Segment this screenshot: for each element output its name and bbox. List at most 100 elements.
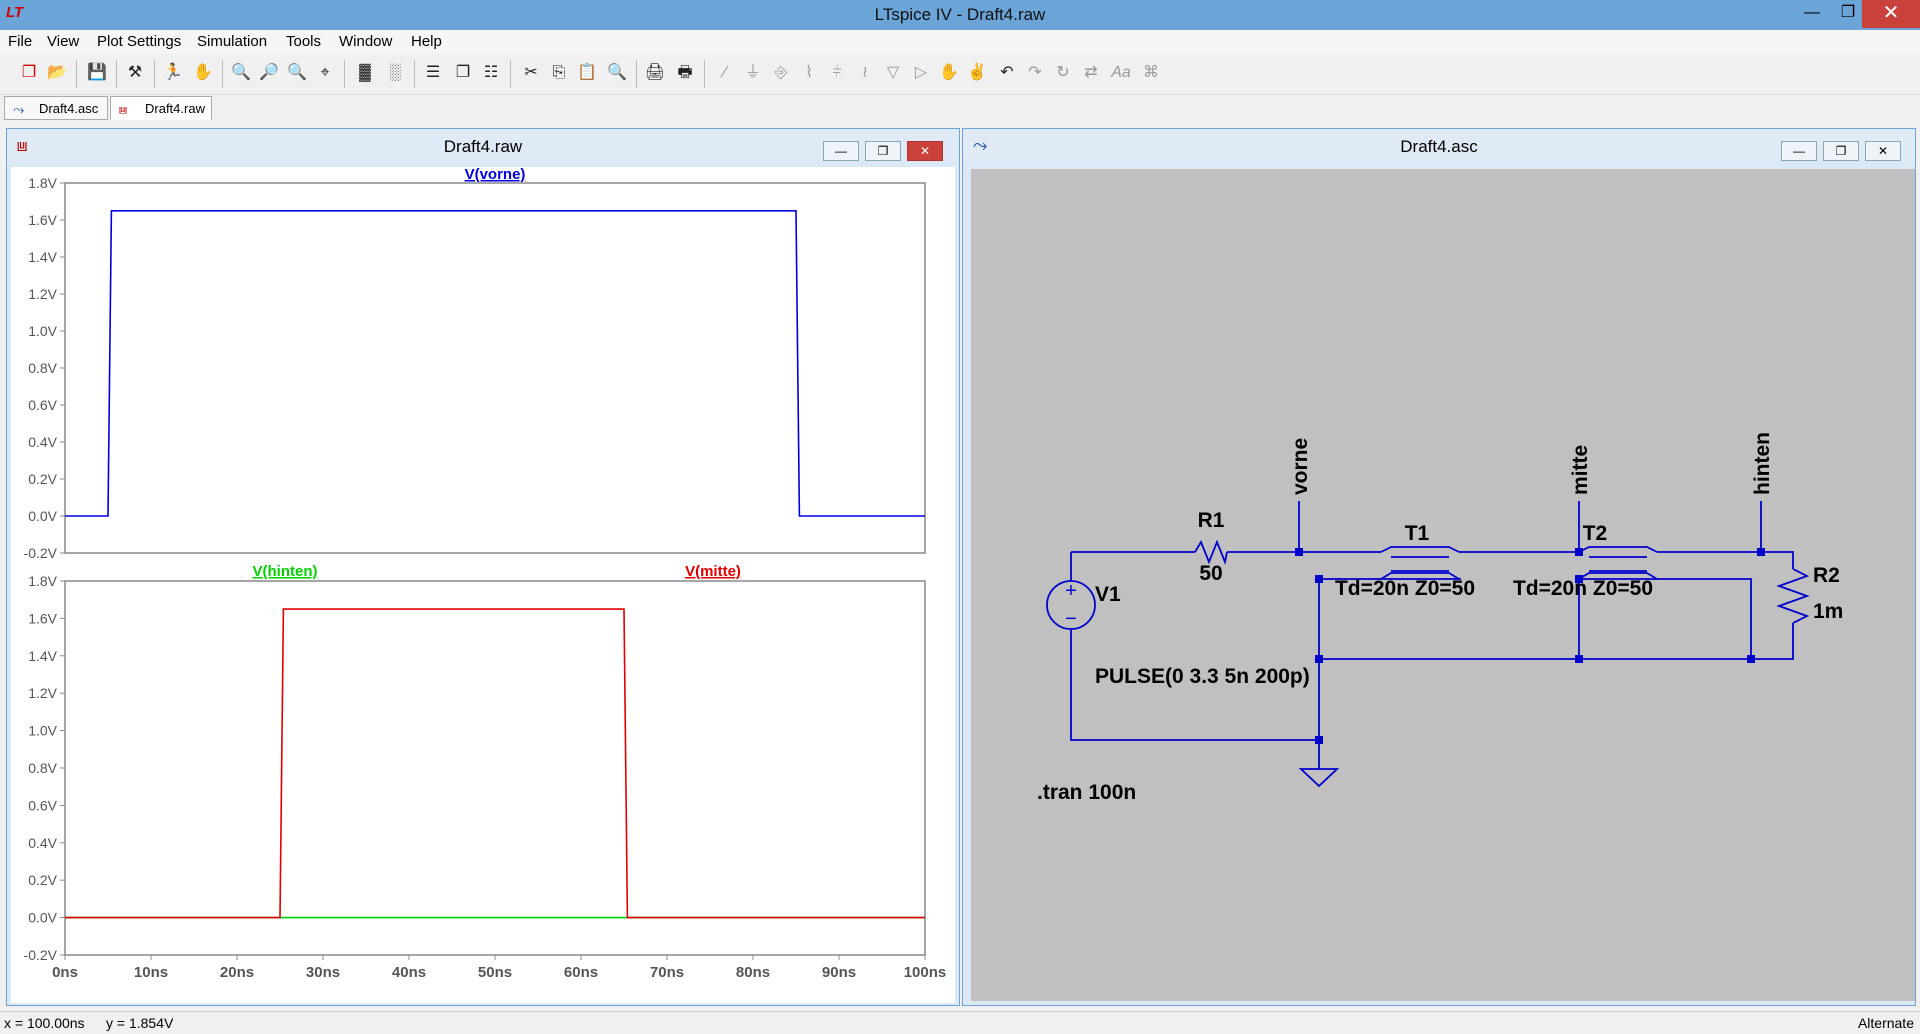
schematic-canvas[interactable]: + − R1 50 T1 Td=20n Z0=50 T2 Td=20n Z0=5… <box>971 169 1915 1001</box>
menu-window[interactable]: Window <box>339 33 392 50</box>
halt-hand-icon[interactable]: ✋ <box>192 62 214 84</box>
autorange-icon[interactable]: ▓ <box>354 62 376 84</box>
tile-vertical-icon[interactable]: ☷ <box>480 62 502 84</box>
new-schematic-icon[interactable]: ❐ <box>18 62 40 84</box>
save-icon[interactable]: 💾 <box>86 62 108 84</box>
x-tick-label: 60ns <box>564 964 598 981</box>
waveform-plot[interactable]: 1.8V 1.6V 1.4V 1.2V 1.0V 0.8V 0.6V 0.4V 0.2V 0.0V… <box>11 167 955 1003</box>
move-hand-icon[interactable]: ✋ <box>938 62 960 84</box>
cut-icon[interactable]: ✂ <box>520 62 542 84</box>
print-preview-icon[interactable]: 🖨 <box>644 62 666 84</box>
t1-label[interactable]: T1 <box>1405 522 1430 545</box>
zoom-in-icon[interactable]: 🔍 <box>230 62 252 84</box>
t2-transmission-line[interactable] <box>1578 546 1658 580</box>
trace-label-vorne[interactable]: V(vorne) <box>465 167 526 183</box>
r2-resistor[interactable] <box>1776 568 1810 624</box>
r1-label[interactable]: R1 <box>1198 509 1225 532</box>
schematic-icon: ⤳ <box>13 101 25 117</box>
cascade-icon[interactable]: ❐ <box>452 62 474 84</box>
tab-draft4-raw[interactable]: ⩏ Draft4.raw <box>110 96 212 120</box>
mirror-icon[interactable]: ⇄ <box>1080 62 1102 84</box>
schematic-close-button[interactable]: ✕ <box>1865 141 1901 161</box>
x-tick-label: 10ns <box>134 964 168 981</box>
waveform-restore-button[interactable]: ❐ <box>865 141 901 161</box>
diode-icon[interactable]: ▽ <box>882 62 904 84</box>
plot-pane-2[interactable]: 1.8V 1.6V 1.4V 1.2V 1.0V 0.8V 0.6V 0.4V 0.2V 0.0V… <box>24 563 947 981</box>
t2-label[interactable]: T2 <box>1583 522 1608 545</box>
net-label-mitte[interactable]: mitte <box>1569 445 1592 495</box>
menu-help[interactable]: Help <box>411 33 442 50</box>
t1-value[interactable]: Td=20n Z0=50 <box>1335 577 1475 600</box>
copy-icon[interactable]: ⎘ <box>548 62 570 84</box>
y-tick-label: 1.4V <box>28 648 57 664</box>
y-tick-label: 1.2V <box>28 286 57 302</box>
ground-icon[interactable]: ⏚ <box>742 62 764 84</box>
control-panel-icon[interactable]: ⚒ <box>124 62 146 84</box>
y-tick-label: 0.6V <box>28 797 57 813</box>
r1-resistor[interactable] <box>1194 539 1228 566</box>
net-label-vorne[interactable]: vorne <box>1289 438 1312 495</box>
t2-value[interactable]: Td=20n Z0=50 <box>1513 577 1653 600</box>
toolbar: ❐ 📂 💾 ⚒ 🏃 ✋ 🔍 🔎 🔍 ⌖ ▓ ░ ☰ ❐ ☷ ✂ ⎘ 📋 🔍 🖨 … <box>0 54 1920 95</box>
toolbar-separator <box>116 60 117 88</box>
text-icon[interactable]: Aa <box>1110 62 1132 84</box>
plot-pane-1[interactable]: 1.8V 1.6V 1.4V 1.2V 1.0V 0.8V 0.6V 0.4V 0.2V 0.0V… <box>24 167 926 561</box>
drag-hand-icon[interactable]: ✌ <box>966 62 988 84</box>
wires <box>1070 501 1794 769</box>
open-folder-icon[interactable]: 📂 <box>46 62 68 84</box>
r2-label[interactable]: R2 <box>1813 564 1840 587</box>
menu-plot-settings[interactable]: Plot Settings <box>97 33 181 50</box>
spice-directive-icon[interactable]: ⌘ <box>1140 62 1162 84</box>
v1-value[interactable]: PULSE(0 3.3 5n 200p) <box>1095 665 1310 688</box>
run-icon[interactable]: 🏃 <box>162 62 184 84</box>
find-icon[interactable]: 🔍 <box>606 62 628 84</box>
title-bar: LT LTspice IV - Draft4.raw — ❐ ✕ <box>0 0 1920 30</box>
redo-icon[interactable]: ↷ <box>1024 62 1046 84</box>
waveform-window-titlebar[interactable]: ⩏ Draft4.raw <box>7 129 959 161</box>
waveform-minimize-button[interactable]: — <box>823 141 859 161</box>
draw-wire-icon[interactable]: ∕ <box>714 62 736 84</box>
zoom-fit-icon[interactable]: ⌖ <box>314 62 336 84</box>
waveform-close-button[interactable]: ✕ <box>907 141 943 161</box>
menu-simulation[interactable]: Simulation <box>197 33 267 50</box>
r2-value[interactable]: 1m <box>1813 600 1843 623</box>
ground-symbol[interactable] <box>1298 768 1340 788</box>
x-tick-label: 0ns <box>52 964 78 981</box>
undo-icon[interactable]: ↶ <box>996 62 1018 84</box>
toolbar-separator <box>154 60 155 88</box>
v1-voltage-source[interactable]: + − <box>1046 580 1096 630</box>
print-icon[interactable]: 🖶 <box>674 62 696 84</box>
y-tick-label: 1.2V <box>28 685 57 701</box>
tile-horizontal-icon[interactable]: ☰ <box>422 62 444 84</box>
r1-value[interactable]: 50 <box>1199 562 1222 585</box>
tran-directive[interactable]: .tran 100n <box>1037 781 1136 804</box>
v1-label[interactable]: V1 <box>1095 583 1121 606</box>
menu-file[interactable]: File <box>8 33 32 50</box>
tab-draft4-asc[interactable]: ⤳ Draft4.asc <box>4 96 108 120</box>
zoom-out-icon[interactable]: 🔍 <box>286 62 308 84</box>
menu-view[interactable]: View <box>47 33 79 50</box>
resistor-icon[interactable]: ⌇ <box>798 62 820 84</box>
status-bar: x = 100.00ns y = 1.854V Alternate <box>0 1011 1920 1034</box>
paste-icon[interactable]: 📋 <box>576 62 598 84</box>
document-tabs: ⤳ Draft4.asc ⩏ Draft4.raw <box>0 94 1920 122</box>
label-net-icon[interactable]: ⎆ <box>770 62 792 84</box>
pan-icon[interactable]: 🔎 <box>258 62 280 84</box>
net-label-hinten[interactable]: hinten <box>1751 432 1774 495</box>
cursor-x-readout: x = 100.00ns <box>4 1015 85 1031</box>
inductor-icon[interactable]: ≀ <box>854 62 876 84</box>
schematic-minimize-button[interactable]: — <box>1781 141 1817 161</box>
x-tick-label: 20ns <box>220 964 254 981</box>
menu-tools[interactable]: Tools <box>286 33 321 50</box>
trace-label-hinten[interactable]: V(hinten) <box>253 563 318 580</box>
trace-label-mitte[interactable]: V(mitte) <box>685 563 741 580</box>
schematic-restore-button[interactable]: ❐ <box>1823 141 1859 161</box>
component-icon[interactable]: ▷ <box>910 62 932 84</box>
schematic-window-titlebar[interactable]: ⤳ Draft4.asc <box>963 129 1915 161</box>
rotate-icon[interactable]: ↻ <box>1052 62 1074 84</box>
y-tick-label: 1.0V <box>28 323 57 339</box>
plot-settings-icon[interactable]: ░ <box>384 62 406 84</box>
t1-transmission-line[interactable] <box>1380 546 1460 580</box>
capacitor-icon[interactable]: ⫩ <box>826 62 848 84</box>
close-button[interactable]: ✕ <box>1862 0 1920 28</box>
